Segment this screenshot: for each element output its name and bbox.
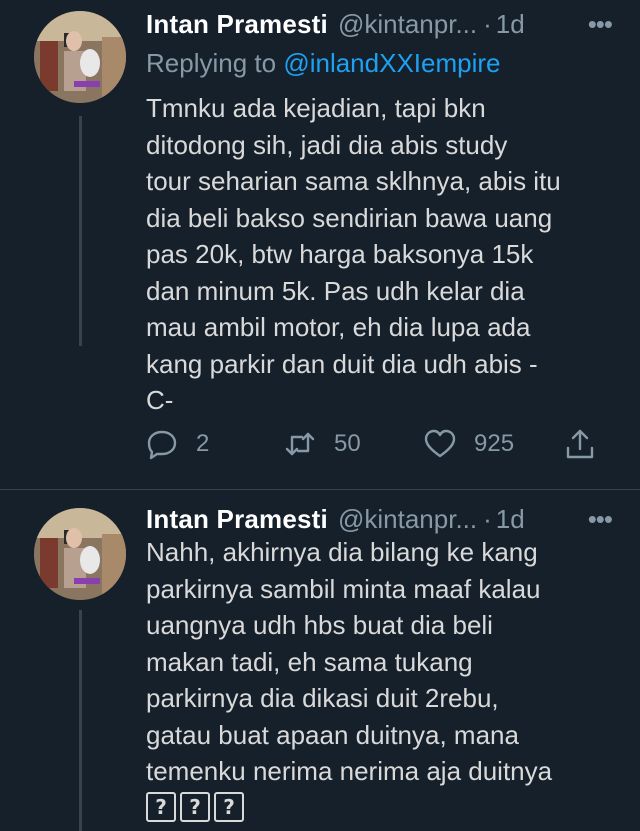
reply-prefix: Replying to [146,48,284,78]
thread-line [79,610,82,831]
share-button[interactable] [564,424,596,464]
like-button[interactable]: 925 [424,424,514,464]
reply-button[interactable]: 2 [146,424,209,464]
like-count: 925 [474,430,515,457]
like-icon [424,429,456,458]
tweet[interactable]: Intan Pramesti @kintanpr... · 1d ••• Rep… [0,0,640,490]
timestamp[interactable]: 1d [496,9,525,40]
user-handle[interactable]: @kintanpr... [338,504,477,535]
thread-line [79,116,82,346]
reply-count: 2 [196,430,210,457]
more-icon[interactable]: ••• [588,504,613,535]
retweet-button[interactable]: 50 [284,424,361,464]
avatar[interactable] [34,11,126,103]
separator-dot: · [483,8,492,39]
replying-to: Replying to @inlandXXIempire [146,48,500,79]
timestamp[interactable]: 1d [496,504,525,535]
separator-dot: · [483,503,492,534]
retweet-icon [285,432,315,456]
tweet-actions: 2 50 925 [146,424,596,464]
share-icon [566,429,594,459]
display-name[interactable]: Intan Pramesti [146,9,328,40]
more-icon[interactable]: ••• [588,9,613,40]
emoji-row: ? ? ? [146,792,244,822]
retweet-count: 50 [334,430,361,457]
emoji-placeholder: ? [180,792,210,822]
emoji-placeholder: ? [214,792,244,822]
tweet-header: Intan Pramesti @kintanpr... · 1d ••• [146,503,613,535]
tweet[interactable]: Intan Pramesti @kintanpr... · 1d ••• Nah… [0,490,640,831]
reply-mention-link[interactable]: @inlandXXIempire [283,48,500,78]
avatar[interactable] [34,508,126,600]
tweet-text: Tmnku ada kejadian, tapi bkn ditodong si… [146,93,561,415]
emoji-placeholder: ? [146,792,176,822]
tweet-header: Intan Pramesti @kintanpr... · 1d ••• [146,8,613,40]
display-name[interactable]: Intan Pramesti [146,504,328,535]
tweet-thread: Intan Pramesti @kintanpr... · 1d ••• Rep… [0,0,640,831]
tweet-text: Nahh, akhirnya dia bilang ke kang parkir… [146,537,553,786]
reply-icon [147,430,177,460]
user-handle[interactable]: @kintanpr... [338,9,477,40]
